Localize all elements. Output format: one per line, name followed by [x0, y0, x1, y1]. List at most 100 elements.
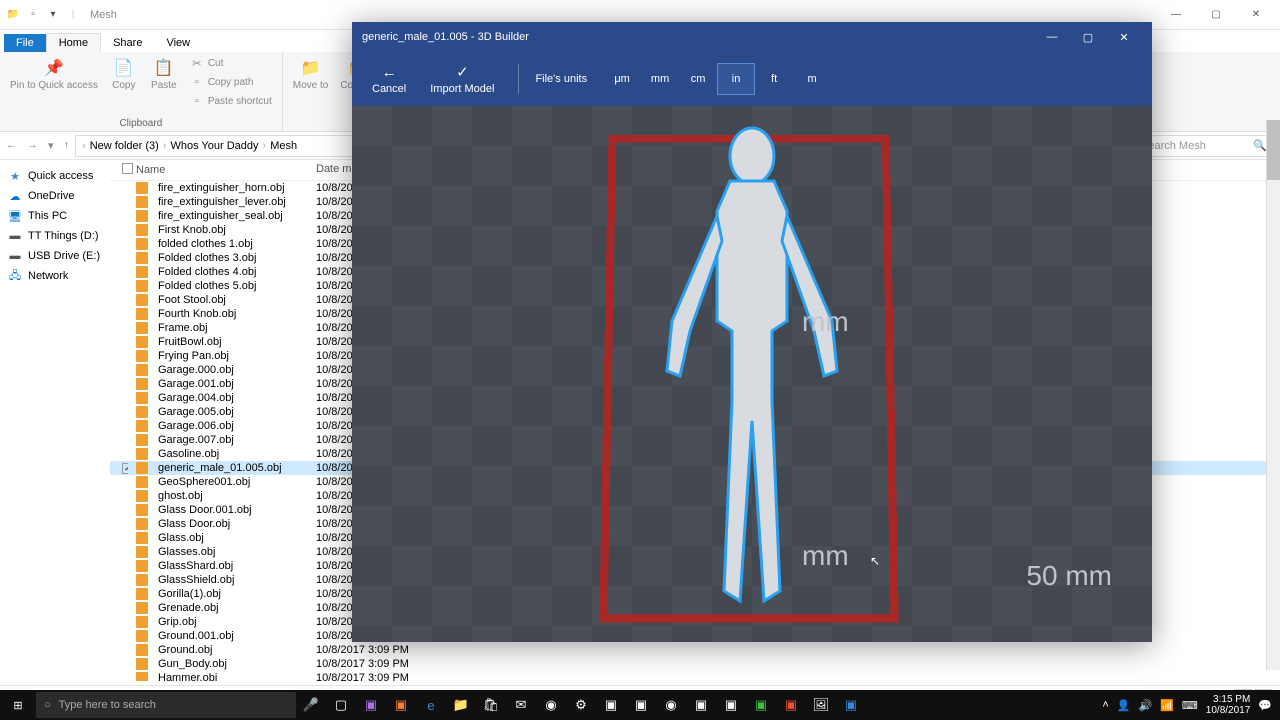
taskbar-search[interactable]: ○ Type here to search — [36, 692, 296, 718]
qat-sep: | — [64, 6, 82, 24]
file-row[interactable]: Hammer.obj 10/8/2017 3:09 PM — [110, 671, 1280, 681]
crumb-1[interactable]: Whos Your Daddy — [170, 140, 258, 152]
tray-people-icon[interactable]: 👤 — [1117, 699, 1131, 712]
scrollbar[interactable] — [1266, 120, 1280, 670]
settings-icon[interactable]: ⚙ — [566, 690, 596, 720]
model-preview — [612, 121, 892, 621]
history-dropdown[interactable]: ▾ — [48, 139, 54, 152]
store-icon[interactable]: 🛍 — [476, 690, 506, 720]
tray-volume-icon[interactable]: 🔊 — [1139, 699, 1153, 712]
qat-dropdown-icon[interactable]: ▾ — [44, 6, 62, 24]
check-icon: ✓ — [456, 63, 469, 81]
cut-icon: ✂ — [190, 56, 204, 70]
unit-mm[interactable]: mm — [641, 63, 679, 95]
copypath-icon: ▫ — [190, 75, 204, 89]
builder-toolbar: ←Cancel ✓Import Model File's units μmmmc… — [352, 52, 1152, 106]
sidebar-item[interactable]: ★Quick access — [4, 166, 106, 186]
moveto-icon: 📁 — [299, 56, 323, 80]
taskbar: ⊞ ○ Type here to search 🎤 ▢ ▣ ▣ e 📁 🛍 ✉ … — [0, 690, 1280, 720]
builder-window: generic_male_01.005 - 3D Builder — ▢ ✕ ←… — [352, 22, 1152, 642]
forward-button[interactable]: → — [27, 139, 38, 152]
pin-button[interactable]: 📌Pin to Quick access — [6, 54, 102, 93]
unit-ft[interactable]: ft — [755, 63, 793, 95]
notifications-icon[interactable]: 💬 — [1258, 699, 1272, 712]
back-arrow-icon: ← — [382, 64, 397, 81]
unit-μm[interactable]: μm — [603, 63, 641, 95]
app-icon-1[interactable]: ▣ — [356, 690, 386, 720]
app-icon-7[interactable]: ▣ — [776, 690, 806, 720]
tray-keyboard-icon[interactable]: ⌨ — [1182, 699, 1198, 712]
close-button[interactable]: ✕ — [1236, 0, 1276, 30]
file-row[interactable]: Gun_Body.obj 10/8/2017 3:09 PM — [110, 657, 1280, 671]
mail-icon[interactable]: ✉ — [506, 690, 536, 720]
dimension-back: mm — [802, 306, 849, 338]
crumb-0[interactable]: New folder (3) — [90, 140, 159, 152]
minimize-button[interactable]: — — [1156, 0, 1196, 30]
sidebar-item[interactable]: ▬TT Things (D:) — [4, 226, 106, 246]
photos-icon[interactable]: 🖼 — [806, 690, 836, 720]
cortana-icon: ○ — [44, 699, 51, 711]
paste-icon: 📋 — [152, 56, 176, 80]
sidebar-item[interactable]: ☁OneDrive — [4, 186, 106, 206]
builder-title-text: generic_male_01.005 - 3D Builder — [362, 31, 529, 43]
chrome-icon[interactable]: ◉ — [656, 690, 686, 720]
app-icon-5[interactable]: ▣ — [686, 690, 716, 720]
taskbar-clock[interactable]: 3:15 PM 10/8/2017 — [1206, 694, 1251, 716]
edge-icon[interactable]: e — [416, 690, 446, 720]
import-button[interactable]: ✓Import Model — [422, 63, 502, 95]
mic-icon[interactable]: 🎤 — [296, 690, 326, 720]
taskview-icon[interactable]: ▢ — [326, 690, 356, 720]
tab-view[interactable]: View — [154, 34, 202, 52]
explorer-icon[interactable]: 📁 — [446, 690, 476, 720]
tray-up-icon[interactable]: ˄ — [1102, 699, 1108, 711]
maximize-button[interactable]: ▢ — [1196, 0, 1236, 30]
window-title: Mesh — [90, 9, 117, 21]
tab-file[interactable]: File — [4, 34, 46, 52]
file-row[interactable]: Ground.obj 10/8/2017 3:09 PM — [110, 643, 1280, 657]
sidebar: ★Quick access☁OneDrive🖥This PC▬TT Things… — [0, 160, 110, 685]
back-button[interactable]: ← — [6, 139, 17, 152]
builder-viewport[interactable]: 50 mm mm mm ↖ — [352, 106, 1152, 642]
builder-minimize-button[interactable]: — — [1034, 22, 1070, 52]
up-button[interactable]: ↑ — [64, 139, 70, 152]
search-icon: 🔍 — [1253, 139, 1267, 152]
moveto-button[interactable]: 📁Move to — [289, 54, 333, 93]
sidebar-item[interactable]: 🖧Network — [4, 266, 106, 286]
app-icon-3[interactable]: ▣ — [596, 690, 626, 720]
cut-button[interactable]: ✂Cut — [186, 54, 276, 72]
unit-m[interactable]: m — [793, 63, 831, 95]
app-icon-6[interactable]: ▣ — [746, 690, 776, 720]
crumb-2[interactable]: Mesh — [270, 140, 297, 152]
unit-cm[interactable]: cm — [679, 63, 717, 95]
copy-button[interactable]: 📄Copy — [106, 54, 142, 93]
steam-icon[interactable]: ◉ — [536, 690, 566, 720]
pasteshortcut-button[interactable]: ▫Paste shortcut — [186, 92, 276, 110]
qat-icon[interactable]: ▫ — [24, 6, 42, 24]
tab-share[interactable]: Share — [101, 34, 154, 52]
builder-close-button[interactable]: ✕ — [1106, 22, 1142, 52]
dimension-right: 50 mm — [1026, 560, 1112, 592]
dimension-center: mm — [802, 540, 849, 572]
sidebar-item[interactable]: ▬USB Drive (E:) — [4, 246, 106, 266]
builder-titlebar[interactable]: generic_male_01.005 - 3D Builder — ▢ ✕ — [352, 22, 1152, 52]
builder-taskbar-icon[interactable]: ▣ — [836, 690, 866, 720]
col-name[interactable]: Name — [128, 163, 308, 177]
search-input[interactable]: Search Mesh 🔍 — [1134, 135, 1274, 157]
app-icon-4[interactable]: ▣ — [626, 690, 656, 720]
paste-button[interactable]: 📋Paste — [146, 54, 182, 93]
pin-icon: 📌 — [42, 56, 66, 80]
tray-network-icon[interactable]: 📶 — [1160, 699, 1174, 712]
tab-home[interactable]: Home — [46, 33, 101, 52]
cancel-button[interactable]: ←Cancel — [364, 64, 414, 95]
unit-in[interactable]: in — [717, 63, 755, 95]
discord-icon[interactable]: ▣ — [716, 690, 746, 720]
group-clipboard-label: Clipboard — [6, 116, 276, 129]
app-icon-2[interactable]: ▣ — [386, 690, 416, 720]
copypath-button[interactable]: ▫Copy path — [186, 73, 276, 91]
folder-icon: 📁 — [4, 6, 22, 24]
builder-maximize-button[interactable]: ▢ — [1070, 22, 1106, 52]
shortcut-icon: ▫ — [190, 94, 204, 108]
cursor-icon: ↖ — [870, 554, 880, 568]
sidebar-item[interactable]: 🖥This PC — [4, 206, 106, 226]
start-button[interactable]: ⊞ — [0, 690, 36, 720]
